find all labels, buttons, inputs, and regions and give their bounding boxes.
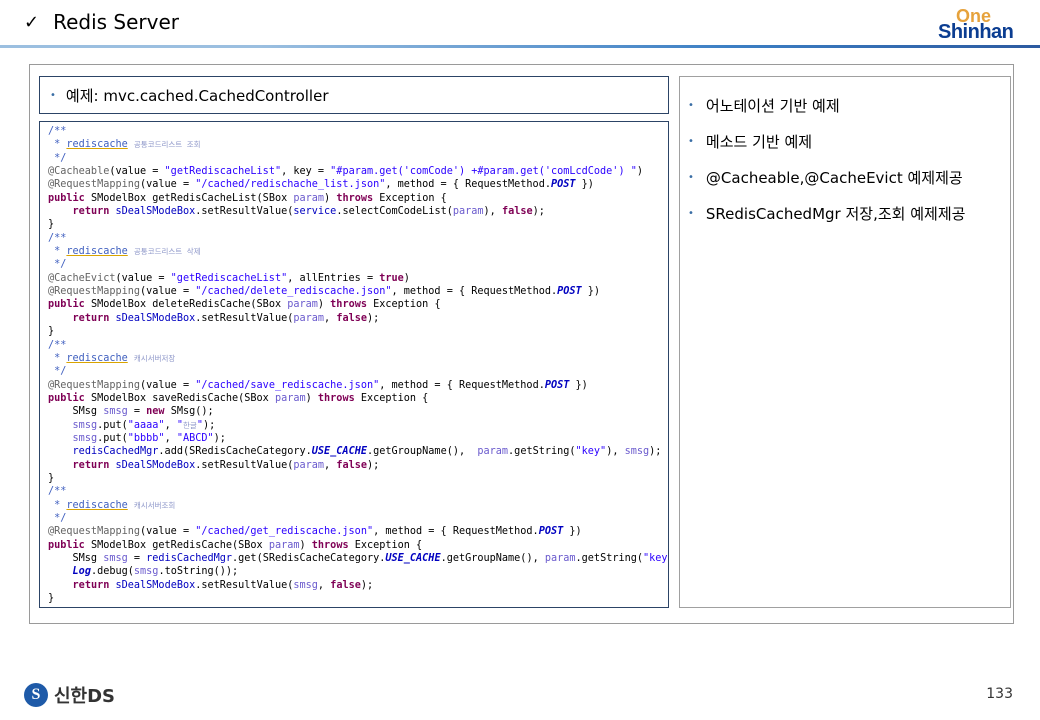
checkmark-icon: ✓ [24, 11, 40, 33]
logo-shinhan: Shinhan [938, 21, 1014, 43]
note-item: • @Cacheable,@CacheEvict 예제제공 [688, 159, 1002, 195]
header-divider [0, 45, 1040, 48]
note-item: • 어노테이션 기반 예제 [688, 87, 1002, 123]
note-text: SRedisCachedMgr 저장,조회 예제제공 [705, 204, 966, 223]
bullet-icon: • [50, 89, 56, 101]
notes-panel: • 어노테이션 기반 예제 • 메소드 기반 예제 • @Cacheable,@… [679, 76, 1011, 608]
code-screenshot: /** * rediscache 공통코드리스트 조회 */ @Cacheabl… [39, 121, 669, 608]
bullet-icon: • [688, 207, 694, 219]
note-text: 메소드 기반 예제 [705, 132, 813, 151]
footer-logo-text: 신한DS [54, 686, 116, 707]
note-text: 어노테이션 기반 예제 [705, 96, 840, 115]
page-number: 133 [986, 686, 1013, 702]
note-item: • SRedisCachedMgr 저장,조회 예제제공 [688, 195, 1002, 231]
footer-logo: S 신한DS [24, 682, 115, 708]
bullet-icon: • [688, 135, 694, 147]
slide-title-text: Redis Server [53, 10, 180, 34]
note-item: • 메소드 기반 예제 [688, 123, 1002, 159]
bullet-icon: • [688, 171, 694, 183]
example-label: 예제: mvc.cached.CachedController [65, 86, 329, 105]
slide-title: ✓ Redis Server [24, 10, 179, 34]
example-label-box: • 예제: mvc.cached.CachedController [39, 76, 669, 114]
code-block: /** * rediscache 공통코드리스트 조회 */ @Cacheabl… [48, 126, 668, 605]
note-text: @Cacheable,@CacheEvict 예제제공 [705, 168, 963, 187]
shinhan-emblem-icon: S [24, 683, 48, 707]
bullet-icon: • [688, 99, 694, 111]
